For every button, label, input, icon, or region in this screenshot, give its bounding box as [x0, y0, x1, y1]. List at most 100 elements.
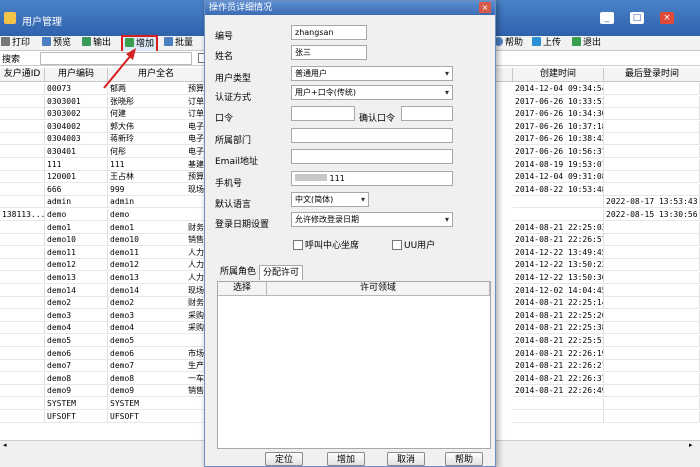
grid-cell-code[interactable]: demo4	[45, 322, 108, 335]
grid-cell-mid[interactable]: 预算	[186, 171, 206, 184]
scroll-right-icon[interactable]: ▸	[689, 441, 693, 449]
tab-roles[interactable]: 所属角色	[217, 265, 259, 279]
grid-cell-created[interactable]: 2014-08-21 22:26:57	[513, 234, 604, 247]
grid-cell-yht[interactable]	[0, 284, 45, 297]
col-header-license-domain[interactable]: 许可领域	[267, 282, 490, 296]
user-type-select[interactable]: 普通用户	[291, 66, 453, 81]
print-button[interactable]: 打印	[1, 36, 30, 50]
grid-cell-last[interactable]	[604, 95, 700, 108]
grid-cell-last[interactable]	[604, 372, 700, 385]
grid-cell-code[interactable]: demo9	[45, 385, 108, 398]
auth-method-select[interactable]: 用户+口令(传统)	[291, 85, 453, 100]
grid-cell-last[interactable]	[604, 133, 700, 146]
grid-cell-last[interactable]	[604, 385, 700, 398]
password-input[interactable]	[291, 106, 355, 121]
grid-cell-last[interactable]	[604, 234, 700, 247]
grid-cell-created[interactable]	[513, 196, 604, 209]
grid-cell-yht[interactable]	[0, 183, 45, 196]
grid-cell-code[interactable]: demo10	[45, 234, 108, 247]
grid-cell-mid[interactable]	[186, 398, 206, 410]
grid-cell-created[interactable]: 2017-06-26 10:37:18	[513, 120, 604, 133]
grid-cell-yht[interactable]	[0, 398, 45, 410]
uu-user-checkbox[interactable]	[392, 240, 402, 250]
grid-cell-code[interactable]: 120001	[45, 171, 108, 184]
grid-cell-code[interactable]: UFSOFT	[45, 410, 108, 423]
grid-cell-code[interactable]: 0303002	[45, 108, 108, 121]
grid-cell-last[interactable]	[604, 398, 700, 410]
grid-cell-mid[interactable]	[186, 410, 206, 423]
grid-cell-created[interactable]: 2014-08-21 22:26:19	[513, 347, 604, 360]
grid-cell-yht[interactable]	[0, 146, 45, 158]
grid-cell-last[interactable]	[604, 360, 700, 373]
grid-cell-code[interactable]: demo6	[45, 347, 108, 360]
grid-cell-last[interactable]	[604, 284, 700, 297]
grid-cell-mid[interactable]: 订单	[186, 95, 206, 108]
col-header-code[interactable]: 用户编码	[45, 68, 108, 82]
grid-cell-yht[interactable]	[0, 322, 45, 335]
grid-cell-yht[interactable]	[0, 360, 45, 373]
grid-cell-created[interactable]: 2014-08-21 22:26:27	[513, 360, 604, 373]
grid-cell-yht[interactable]	[0, 347, 45, 360]
grid-cell-created[interactable]: 2017-06-26 10:38:43	[513, 133, 604, 146]
dialog-close-icon[interactable]: ×	[479, 2, 491, 13]
grid-cell-created[interactable]: 2014-08-22 10:53:48	[513, 183, 604, 196]
department-input[interactable]	[291, 128, 453, 143]
grid-cell-created[interactable]: 2014-08-21 22:25:03	[513, 221, 604, 234]
grid-cell-created[interactable]: 2017-06-26 10:56:37	[513, 146, 604, 158]
batch-button[interactable]: 批量	[164, 36, 193, 50]
tab-license[interactable]: 分配许可	[259, 265, 304, 280]
grid-cell-yht[interactable]: 138113...	[0, 209, 45, 221]
grid-cell-code[interactable]: demo3	[45, 309, 108, 322]
grid-cell-created[interactable]: 2014-12-02 14:04:45	[513, 284, 604, 297]
grid-cell-yht[interactable]	[0, 309, 45, 322]
grid-cell-created[interactable]	[513, 410, 604, 423]
cancel-button[interactable]: 取消	[387, 452, 425, 466]
grid-cell-created[interactable]: 2014-08-19 19:53:07	[513, 158, 604, 171]
grid-cell-mid[interactable]	[186, 209, 206, 221]
grid-cell-mid[interactable]: 人力	[186, 272, 206, 284]
grid-cell-code[interactable]: demo8	[45, 372, 108, 385]
grid-cell-mid[interactable]: 市场	[186, 347, 206, 360]
grid-cell-last[interactable]	[604, 272, 700, 284]
dialog-help-button[interactable]: 帮助	[445, 452, 483, 466]
grid-cell-last[interactable]	[604, 146, 700, 158]
col-header-select[interactable]: 选择	[218, 282, 267, 296]
grid-cell-yht[interactable]	[0, 410, 45, 423]
grid-cell-mid[interactable]: 采购	[186, 309, 206, 322]
grid-cell-code[interactable]: demo11	[45, 246, 108, 259]
call-center-checkbox[interactable]	[293, 240, 303, 250]
grid-cell-yht[interactable]	[0, 385, 45, 398]
grid-cell-mid[interactable]: 人力	[186, 246, 206, 259]
grid-cell-created[interactable]: 2014-12-22 13:50:36	[513, 272, 604, 284]
grid-cell-yht[interactable]	[0, 221, 45, 234]
grid-cell-last[interactable]	[604, 309, 700, 322]
grid-cell-mid[interactable]: 现场	[186, 284, 206, 297]
grid-cell-mid[interactable]: 人力	[186, 259, 206, 272]
col-header-last-login[interactable]: 最后登录时间	[604, 68, 700, 82]
locate-button[interactable]: 定位	[265, 452, 303, 466]
grid-cell-code[interactable]: 030401	[45, 146, 108, 158]
grid-cell-yht[interactable]	[0, 372, 45, 385]
grid-cell-last[interactable]	[604, 246, 700, 259]
grid-cell-mid[interactable]	[186, 335, 206, 347]
grid-cell-mid[interactable]: 现场	[186, 183, 206, 196]
grid-cell-last[interactable]: 2022-08-17 13:53:43	[604, 196, 700, 209]
grid-cell-code[interactable]: demo1	[45, 221, 108, 234]
grid-cell-code[interactable]: 111	[45, 158, 108, 171]
language-select[interactable]: 中文(简体)	[291, 192, 369, 207]
grid-cell-mid[interactable]: 基建	[186, 158, 206, 171]
grid-cell-created[interactable]: 2014-08-21 22:25:38	[513, 322, 604, 335]
grid-cell-yht[interactable]	[0, 133, 45, 146]
grid-cell-last[interactable]	[604, 259, 700, 272]
grid-cell-code[interactable]: admin	[45, 196, 108, 209]
grid-cell-mid[interactable]: 电子	[186, 146, 206, 158]
close-icon[interactable]: ×	[660, 12, 674, 24]
grid-cell-yht[interactable]	[0, 171, 45, 184]
grid-cell-code[interactable]: 666	[45, 183, 108, 196]
upload-button[interactable]: 上传	[532, 36, 561, 50]
grid-cell-created[interactable]	[513, 398, 604, 410]
grid-cell-code[interactable]: demo7	[45, 360, 108, 373]
grid-cell-created[interactable]: 2017-06-26 10:34:30	[513, 108, 604, 121]
grid-cell-code[interactable]: demo	[45, 209, 108, 221]
grid-cell-last[interactable]	[604, 221, 700, 234]
